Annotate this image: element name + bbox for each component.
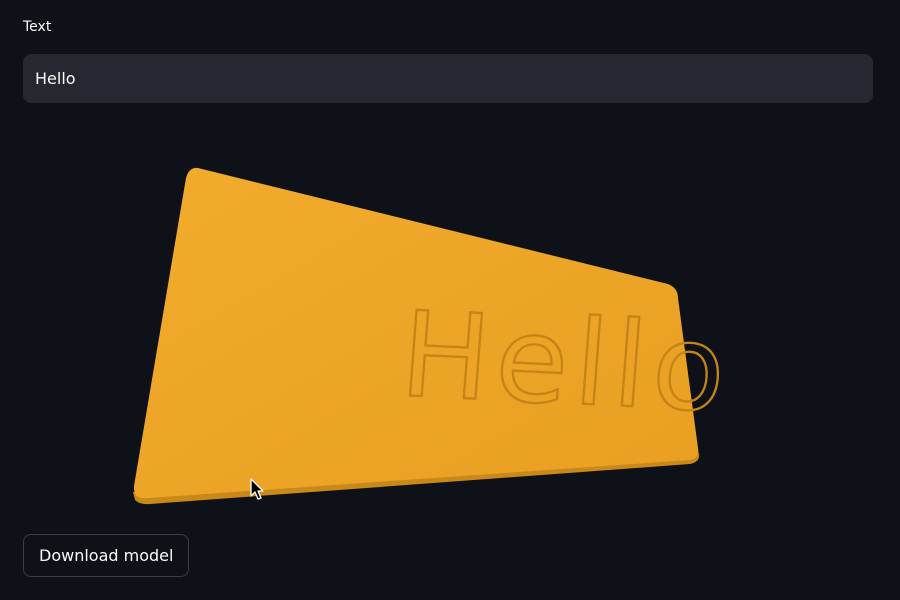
text-input[interactable]: [23, 54, 873, 103]
model-viewer[interactable]: Hello: [0, 120, 900, 520]
mouse-cursor-icon: [250, 478, 264, 500]
app-root: Text Hello Download model: [0, 0, 900, 600]
engraved-text: Hello: [396, 286, 736, 438]
text-input-label: Text: [23, 19, 52, 35]
engraved-text-group: Hello: [395, 285, 737, 440]
download-model-button[interactable]: Download model: [23, 534, 190, 577]
model-viewer-canvas[interactable]: Hello: [0, 120, 900, 520]
